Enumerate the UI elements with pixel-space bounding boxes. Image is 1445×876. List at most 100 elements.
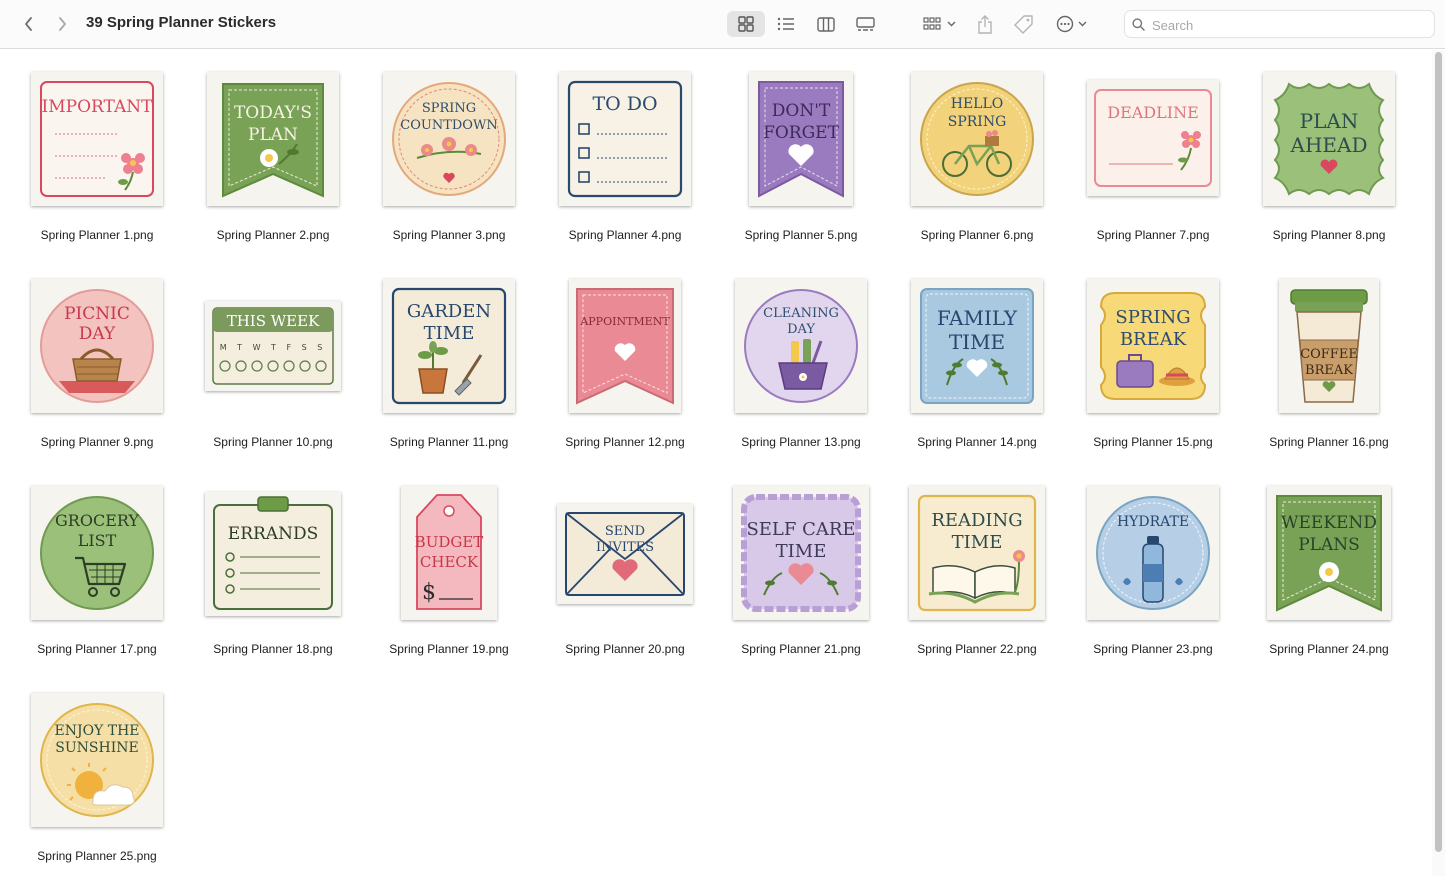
share-icon — [978, 14, 992, 34]
file-item[interactable]: SPRING BREAK Spring Planner 15.png — [1065, 257, 1241, 457]
file-thumbnail[interactable]: SPRING BREAK — [1087, 279, 1219, 413]
file-thumbnail[interactable]: GROCERY LIST — [31, 486, 163, 620]
sticker-text: PLAN — [248, 125, 298, 145]
sticker-text: APPOINTMENT — [579, 315, 670, 328]
file-name: Spring Planner 14.png — [917, 435, 1037, 449]
file-thumbnail[interactable]: ERRANDS — [205, 492, 341, 616]
forward-button[interactable] — [50, 12, 74, 36]
share-button[interactable] — [972, 11, 998, 37]
file-thumbnail[interactable]: DON'T FORGET — [749, 72, 853, 206]
file-name: Spring Planner 22.png — [917, 642, 1037, 656]
file-name: Spring Planner 12.png — [565, 435, 685, 449]
list-view-button[interactable] — [770, 11, 802, 37]
tag-button[interactable] — [1010, 11, 1036, 37]
sticker-text: BUDGET — [415, 533, 484, 551]
more-actions-button[interactable] — [1050, 11, 1092, 37]
file-name: Spring Planner 19.png — [389, 642, 509, 656]
file-name: Spring Planner 20.png — [565, 642, 685, 656]
sticker-text: FAMILY — [937, 306, 1018, 330]
sticker-text: SUNSHINE — [55, 740, 138, 756]
file-name: Spring Planner 16.png — [1269, 435, 1389, 449]
file-item[interactable]: SEND INVITES Spring Planner 20.png — [537, 464, 713, 664]
group-button[interactable] — [918, 11, 960, 37]
sticker-text: DAY — [79, 324, 116, 344]
search-input[interactable] — [1150, 15, 1424, 35]
file-item[interactable]: GARDEN TIME Spring Planner 11.png — [361, 257, 537, 457]
sticker-text: SEND — [605, 524, 645, 539]
file-item[interactable]: GROCERY LIST Spring Planner 17.png — [9, 464, 185, 664]
file-thumbnail[interactable]: SELF CARE TIME — [733, 486, 869, 620]
icon-view-button[interactable] — [727, 11, 765, 37]
file-thumbnail[interactable]: CLEANING DAY — [735, 279, 867, 413]
gallery-view-button[interactable] — [849, 11, 881, 37]
file-item[interactable]: READING TIME Spring Planner 22.png — [889, 464, 1065, 664]
file-thumbnail[interactable]: HELLO SPRING — [911, 72, 1043, 206]
sticker-text: SPRING — [948, 114, 1007, 130]
file-item[interactable]: HYDRATE Spring Planner 23.png — [1065, 464, 1241, 664]
file-item[interactable]: TODAY'S PLAN Spring Planner 2.png — [185, 50, 361, 250]
file-item[interactable]: SPRING COUNTDOWN Spring Planner 3.png — [361, 50, 537, 250]
file-item[interactable]: SELF CARE TIME Spring Planner 21.png — [713, 464, 889, 664]
file-thumbnail[interactable]: PLAN AHEAD — [1263, 72, 1395, 206]
file-thumbnail[interactable]: HYDRATE — [1087, 486, 1219, 620]
column-view-button[interactable] — [810, 11, 842, 37]
file-thumbnail[interactable]: TODAY'S PLAN — [207, 72, 339, 206]
file-thumbnail[interactable]: SEND INVITES — [557, 504, 693, 604]
file-item[interactable]: APPOINTMENT Spring Planner 12.png — [537, 257, 713, 457]
file-name: Spring Planner 18.png — [213, 642, 333, 656]
chevron-left-icon — [25, 17, 32, 31]
file-thumbnail[interactable]: DEADLINE — [1087, 80, 1219, 196]
file-item[interactable]: CLEANING DAY Spring Planner 13.png — [713, 257, 889, 457]
file-item[interactable]: ENJOY THE SUNSHINE Spring Planner 25.png — [9, 671, 185, 871]
file-name: Spring Planner 2.png — [216, 228, 330, 242]
sticker-text: GARDEN — [407, 301, 491, 322]
file-name: Spring Planner 1.png — [40, 228, 154, 242]
file-thumbnail[interactable]: TO DO — [559, 72, 691, 206]
chevron-down-icon — [1078, 21, 1086, 27]
file-grid: IMPORTANT Spring Planner 1.png TODAY'S P… — [0, 50, 1432, 876]
file-item[interactable]: IMPORTANT Spring Planner 1.png — [9, 50, 185, 250]
file-item[interactable]: PICNIC DAY Spring Planner 9.png — [9, 257, 185, 457]
file-item[interactable]: TO DO Spring Planner 4.png — [537, 50, 713, 250]
icon-view-icon — [738, 16, 754, 32]
file-item[interactable]: ERRANDS Spring Planner 18.png — [185, 464, 361, 664]
file-thumbnail[interactable]: THIS WEEK M T W T F S S — [205, 301, 341, 391]
file-thumbnail[interactable]: GARDEN TIME — [383, 279, 515, 413]
sticker-text: TODAY'S — [234, 103, 312, 123]
file-item[interactable]: FAMILY TIME Spring Planner 14.png — [889, 257, 1065, 457]
file-item[interactable]: DON'T FORGET Spring Planner 5.png — [713, 50, 889, 250]
sticker-text: BREAK — [1120, 329, 1187, 350]
chevron-down-icon — [947, 21, 955, 27]
back-button[interactable] — [17, 12, 41, 36]
sticker-text: M T W T F S S — [220, 343, 327, 352]
vertical-scrollbar[interactable] — [1432, 50, 1445, 876]
sticker-text: SPRING — [1115, 307, 1190, 328]
file-thumbnail[interactable]: READING TIME — [909, 486, 1045, 620]
file-item[interactable]: WEEKEND PLANS Spring Planner 24.png — [1241, 464, 1417, 664]
file-name: Spring Planner 24.png — [1269, 642, 1389, 656]
file-item[interactable]: THIS WEEK M T W T F S S Spring Planner 1… — [185, 257, 361, 457]
sticker-text: TIME — [952, 532, 1003, 553]
search-field[interactable] — [1124, 10, 1435, 38]
file-item[interactable]: DEADLINE Spring Planner 7.png — [1065, 50, 1241, 250]
file-thumbnail[interactable]: SPRING COUNTDOWN — [383, 72, 515, 206]
file-item[interactable]: BUDGET CHECK $ Spring Planner 19.png — [361, 464, 537, 664]
file-name: Spring Planner 17.png — [37, 642, 157, 656]
sticker-text: TIME — [424, 323, 475, 344]
file-thumbnail[interactable]: WEEKEND PLANS — [1267, 486, 1391, 620]
file-thumbnail[interactable]: COFFEE BREAK — [1279, 279, 1379, 413]
scrollbar-thumb[interactable] — [1435, 52, 1442, 852]
file-item[interactable]: HELLO SPRING Spring Planner 6.png — [889, 50, 1065, 250]
sticker-text: ERRANDS — [228, 524, 318, 544]
sticker-text: INVITES — [596, 540, 654, 555]
file-item[interactable]: PLAN AHEAD Spring Planner 8.png — [1241, 50, 1417, 250]
sticker-text: CHECK — [420, 553, 479, 571]
file-thumbnail[interactable]: PICNIC DAY — [31, 279, 163, 413]
file-thumbnail[interactable]: FAMILY TIME — [911, 279, 1043, 413]
file-thumbnail[interactable]: APPOINTMENT — [569, 279, 681, 413]
sticker-text: COFFEE — [1300, 347, 1358, 362]
file-thumbnail[interactable]: ENJOY THE SUNSHINE — [31, 693, 163, 827]
file-thumbnail[interactable]: BUDGET CHECK $ — [401, 486, 497, 620]
file-item[interactable]: COFFEE BREAK Spring Planner 16.png — [1241, 257, 1417, 457]
file-thumbnail[interactable]: IMPORTANT — [31, 72, 163, 206]
